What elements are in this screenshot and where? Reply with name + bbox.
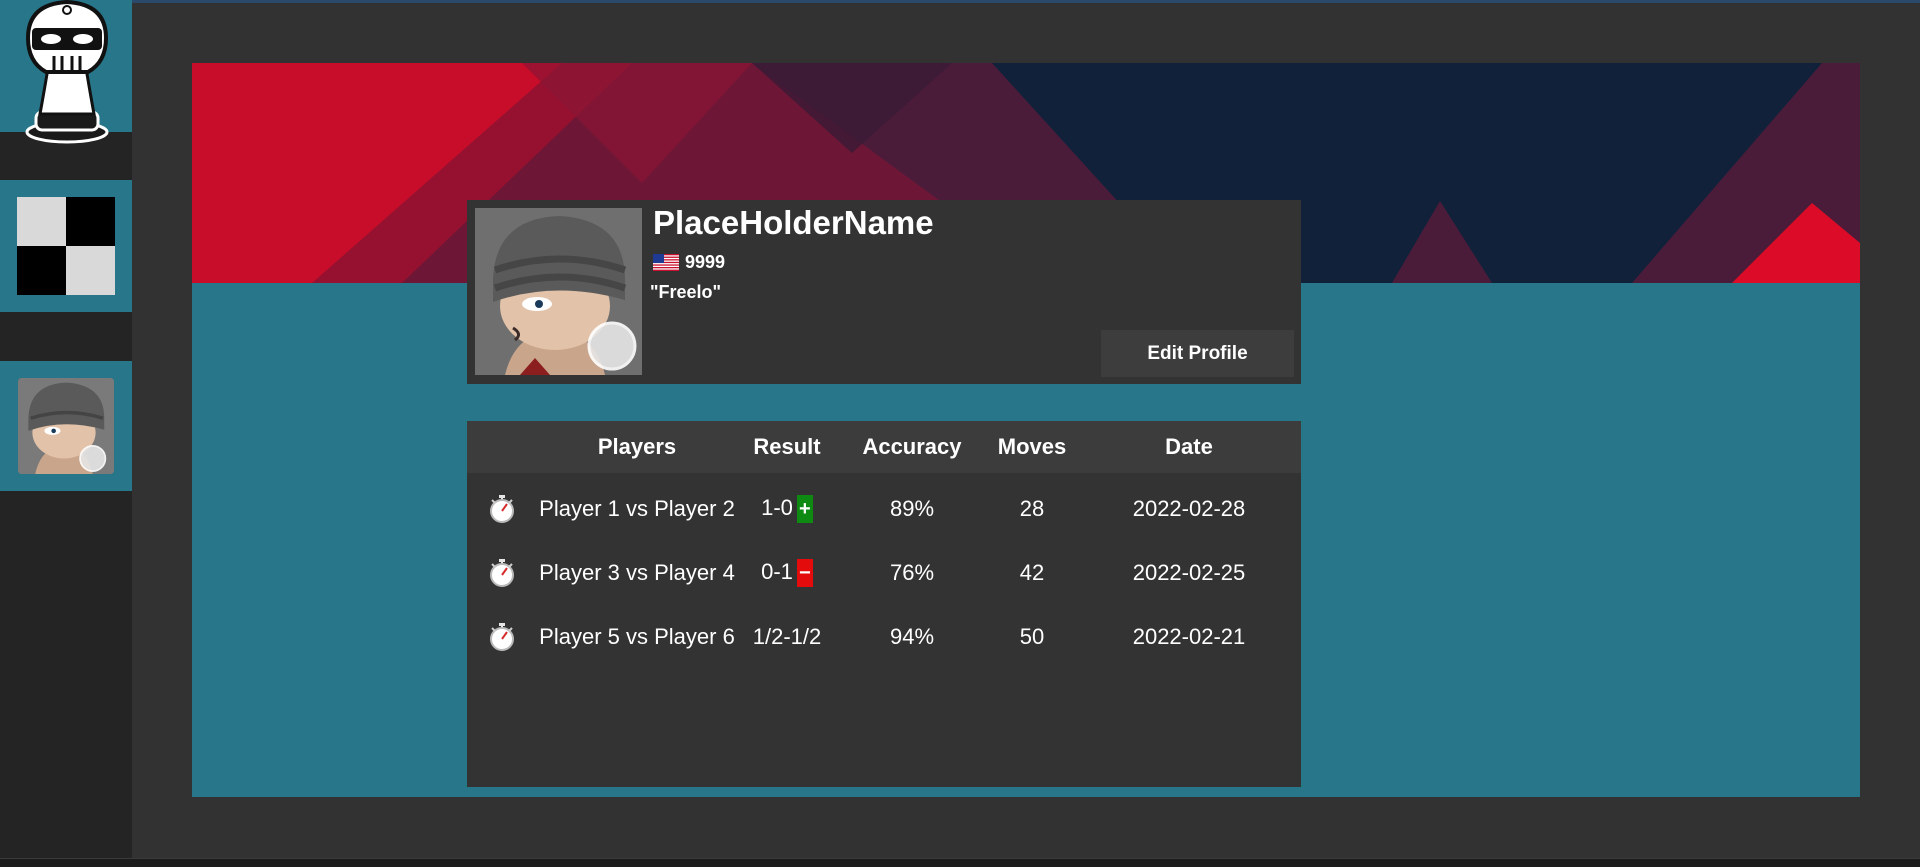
moves-cell: 50 xyxy=(1019,624,1045,649)
us-flag-icon xyxy=(653,254,679,271)
sidebar-item-board[interactable] xyxy=(0,180,132,312)
chess-pawn-mask-logo-icon xyxy=(25,0,109,144)
edit-profile-button[interactable]: Edit Profile xyxy=(1101,330,1294,377)
result-cell: 1-0 + xyxy=(737,473,837,541)
window-bottom-bar xyxy=(0,858,1920,867)
stopwatch-icon xyxy=(490,559,514,588)
result-cell: 1/2-1/2 xyxy=(737,605,837,669)
result-score: 0-1 xyxy=(761,558,793,584)
profile-motto: "Freelo" xyxy=(650,282,722,302)
window-top-border xyxy=(0,0,1920,3)
accuracy-cell: 76% xyxy=(889,560,935,585)
header-result[interactable]: Result xyxy=(737,421,837,473)
players-cell[interactable]: Player 3 vs Player 4 xyxy=(537,541,737,605)
avatar-icon xyxy=(18,378,114,474)
stopwatch-icon xyxy=(490,495,514,524)
profile-card: PlaceHolderName 9999 "Freelo" Edit Profi… xyxy=(467,200,1301,384)
avatar-image xyxy=(475,208,642,375)
sidebar-item-profile[interactable] xyxy=(0,361,132,491)
result-score: 1/2-1/2 xyxy=(752,624,822,649)
header-players[interactable]: Players xyxy=(537,421,737,473)
loss-badge: − xyxy=(796,559,813,588)
recent-games-table: Players Result Accuracy Moves Date Playe… xyxy=(467,421,1301,787)
accuracy-cell: 94% xyxy=(889,624,935,649)
game-type-cell xyxy=(467,473,537,541)
header-icon xyxy=(467,421,537,473)
table-row[interactable]: Player 1 vs Player 2 1-0 + 89% 28 2022-02… xyxy=(467,473,1301,541)
players-cell[interactable]: Player 5 vs Player 6 xyxy=(537,605,737,669)
game-type-cell xyxy=(467,605,537,669)
header-accuracy[interactable]: Accuracy xyxy=(837,421,987,473)
app-logo[interactable] xyxy=(0,0,132,144)
date-cell: 2022-02-21 xyxy=(1132,624,1246,649)
sidebar xyxy=(0,0,132,858)
accuracy-cell: 89% xyxy=(889,496,935,521)
date-cell: 2022-02-25 xyxy=(1132,560,1246,585)
players-cell[interactable]: Player 1 vs Player 2 xyxy=(537,473,737,541)
profile-avatar xyxy=(475,208,642,375)
table-row[interactable]: Player 5 vs Player 6 1/2-1/2 94% 50 2022… xyxy=(467,605,1301,669)
profile-rating: 9999 xyxy=(685,252,726,272)
game-type-cell xyxy=(467,541,537,605)
table-row[interactable]: Player 3 vs Player 4 0-1− 76% 42 2022-02… xyxy=(467,541,1301,605)
table-header-row: Players Result Accuracy Moves Date xyxy=(467,421,1301,473)
rating-row: 9999 xyxy=(653,252,725,273)
profile-name: PlaceHolderName xyxy=(653,204,934,241)
moves-cell: 28 xyxy=(1019,496,1045,521)
result-cell: 0-1− xyxy=(737,541,837,605)
header-date[interactable]: Date xyxy=(1077,421,1301,473)
moves-cell: 42 xyxy=(1019,560,1045,585)
profile-panel: PlaceHolderName 9999 "Freelo" Edit Profi… xyxy=(192,63,1860,797)
date-cell: 2022-02-28 xyxy=(1132,496,1246,521)
result-score: 1-0 xyxy=(761,494,793,520)
win-badge: + xyxy=(796,495,813,524)
checkerboard-icon xyxy=(17,197,115,295)
header-moves[interactable]: Moves xyxy=(987,421,1077,473)
stopwatch-icon xyxy=(490,623,514,652)
